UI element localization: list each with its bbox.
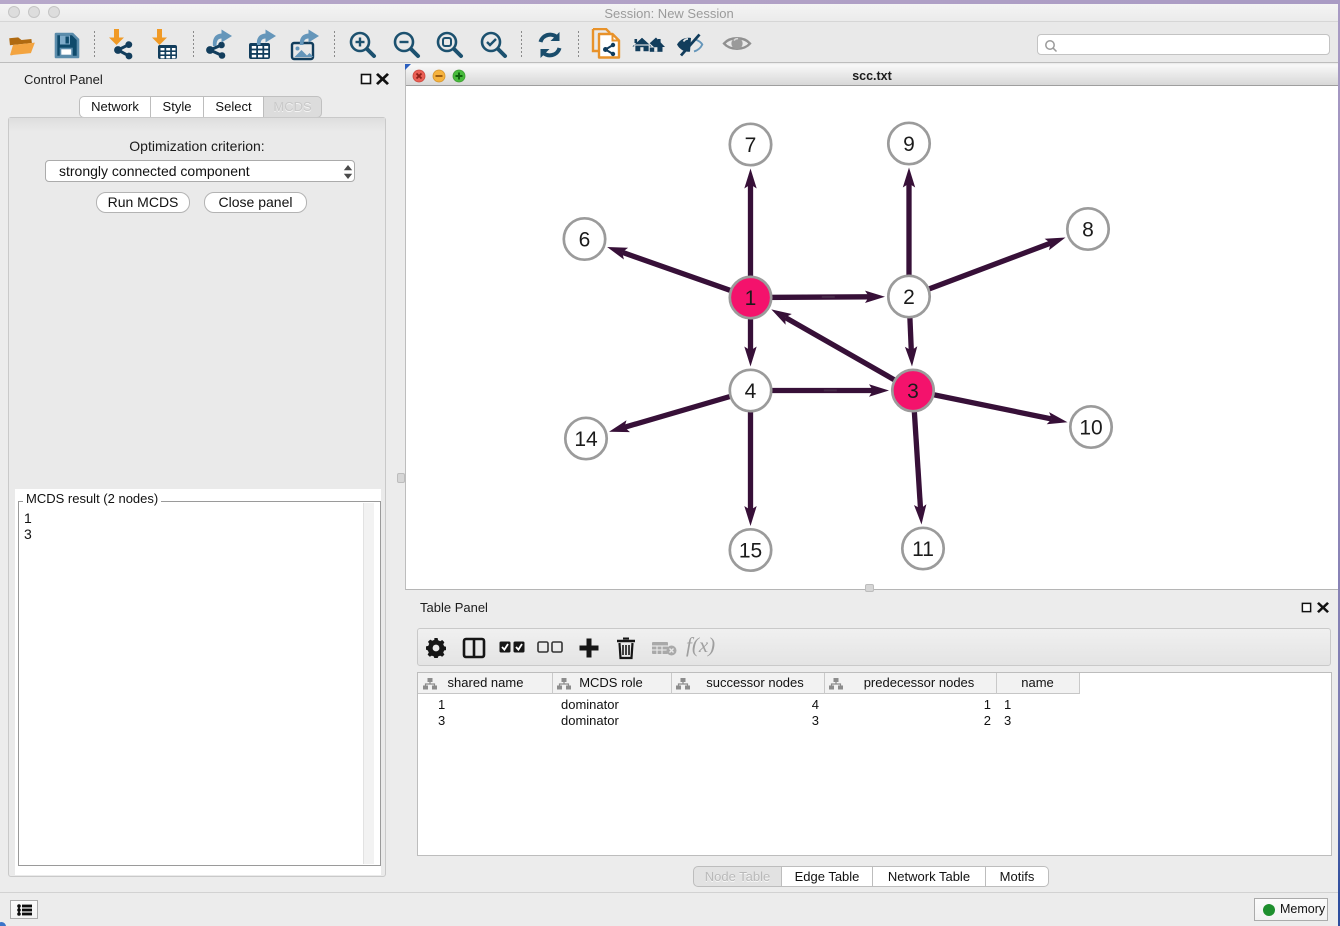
svg-text:6: 6 xyxy=(579,229,591,252)
svg-text:8: 8 xyxy=(1082,219,1094,242)
svg-text:4: 4 xyxy=(745,380,757,403)
svg-text:7: 7 xyxy=(745,134,757,157)
svg-text:10: 10 xyxy=(1079,417,1102,440)
svg-text:3: 3 xyxy=(907,380,919,403)
svg-text:1: 1 xyxy=(745,287,757,310)
svg-text:2: 2 xyxy=(903,286,915,309)
svg-text:11: 11 xyxy=(912,538,934,561)
svg-text:9: 9 xyxy=(903,133,915,156)
svg-text:15: 15 xyxy=(739,540,762,563)
svg-text:14: 14 xyxy=(574,428,598,451)
